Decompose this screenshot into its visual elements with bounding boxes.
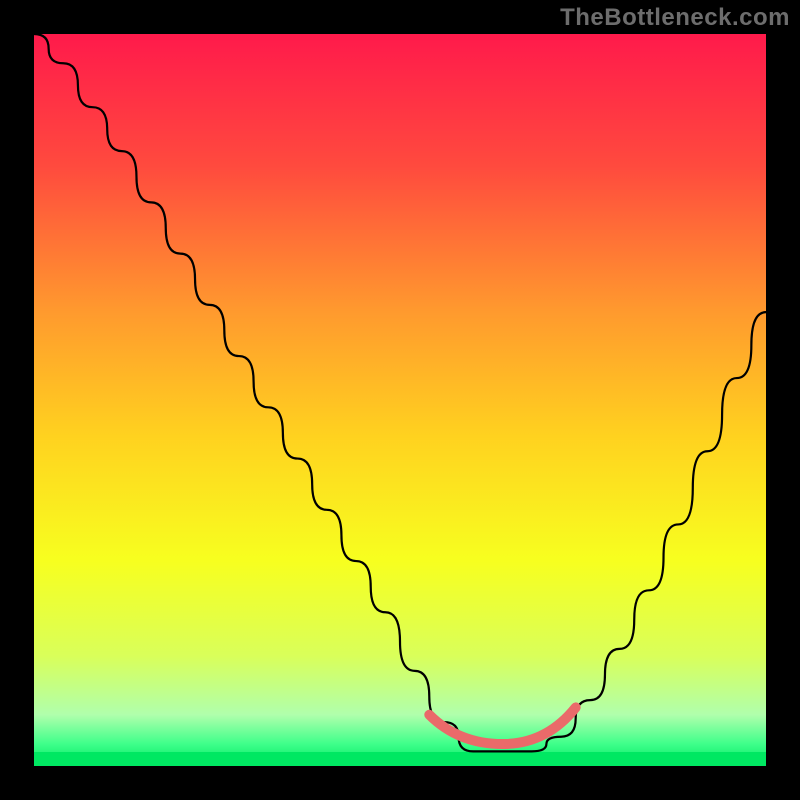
chart-canvas [0,0,800,800]
green-strip [34,752,766,766]
chart-frame: TheBottleneck.com [0,0,800,800]
plot-background [34,34,766,766]
watermark-text: TheBottleneck.com [560,4,790,32]
